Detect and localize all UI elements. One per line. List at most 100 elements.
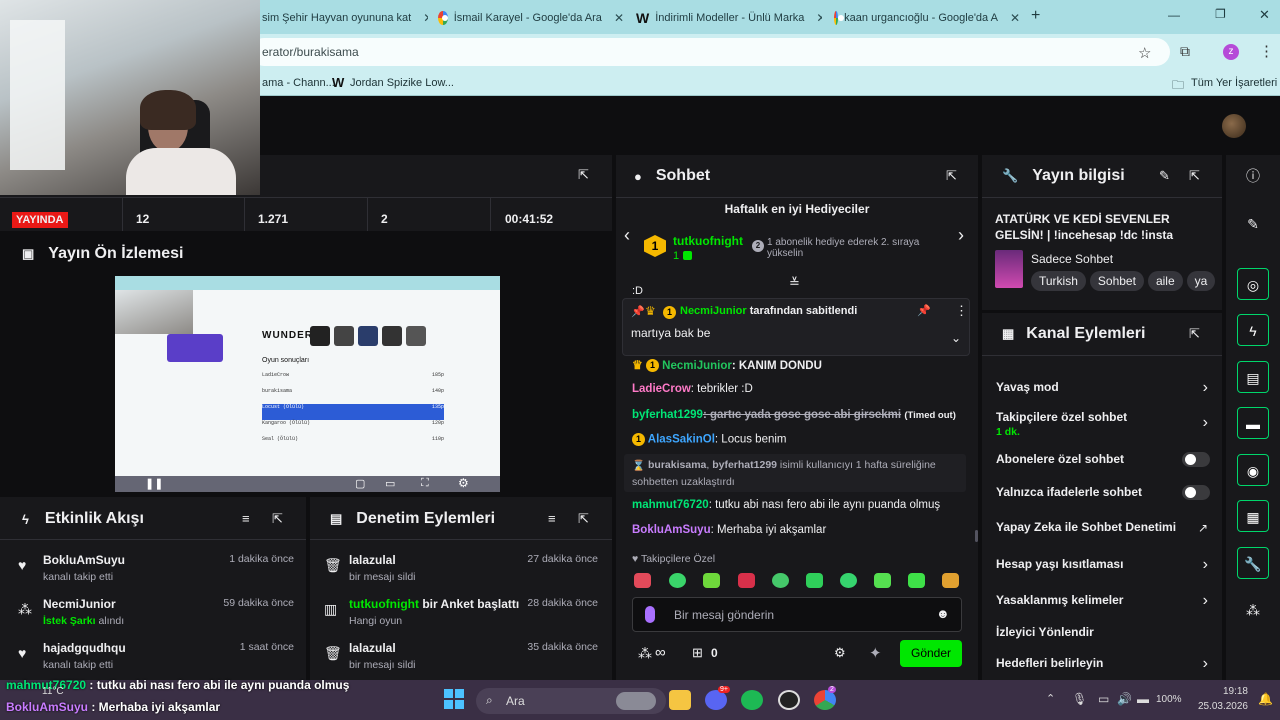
weather[interactable]: 11°C: [42, 686, 64, 697]
popout-icon[interactable]: ⇱: [578, 167, 589, 183]
collapse-icon[interactable]: ≚: [789, 275, 800, 291]
emote-icon[interactable]: [669, 573, 686, 588]
action-goals[interactable]: Hedefleri belirleyin ›: [996, 655, 1210, 672]
action-ai-moderation[interactable]: Yapay Zeka ile Sohbet Denetimi ↗: [996, 520, 1210, 535]
clock-time[interactable]: 19:18: [1196, 686, 1248, 697]
edit-icon[interactable]: ✎: [1237, 208, 1269, 240]
menu-icon[interactable]: ⋮: [1259, 42, 1274, 60]
filter-icon[interactable]: ≡: [548, 511, 556, 526]
send-button[interactable]: Gönder: [900, 640, 962, 667]
category-image[interactable]: [995, 250, 1023, 288]
close-icon[interactable]: ✕: [1010, 11, 1020, 25]
more-icon[interactable]: ⋮: [955, 303, 968, 319]
popout-icon[interactable]: ⇱: [1189, 168, 1200, 184]
network-icon[interactable]: ▭: [1098, 692, 1109, 706]
windows-start-icon[interactable]: [444, 689, 464, 709]
emote-icon[interactable]: [738, 573, 755, 588]
pip-icon[interactable]: ▢: [355, 477, 365, 490]
profile-avatar[interactable]: z: [1223, 44, 1239, 60]
chrome-icon[interactable]: [814, 690, 836, 710]
close-icon[interactable]: ✕: [423, 11, 428, 25]
moderation-item[interactable]: 🗑 lalazulal bir mesajı sildi 35 dakika ö…: [324, 641, 598, 681]
emote-icon[interactable]: [840, 573, 857, 588]
tag[interactable]: Turkish: [1031, 271, 1086, 291]
settings-icon[interactable]: ⚙: [458, 476, 469, 490]
wrench-icon[interactable]: 🔧: [1237, 547, 1269, 579]
chat-user[interactable]: BokluAmSuyu: [632, 524, 711, 536]
bookmark-item[interactable]: Jordan Spizike Low...: [350, 77, 454, 89]
action-subs-only[interactable]: Abonelere özel sohbet: [996, 452, 1210, 467]
obs-icon[interactable]: [778, 690, 800, 710]
category-name[interactable]: Sadece Sohbet: [1031, 252, 1113, 266]
chat-message[interactable]: LadieCrow: tebrikler :D: [632, 383, 753, 395]
gift-box-icon[interactable]: ⊞: [692, 645, 703, 661]
bookmark-item[interactable]: ama - Chann...: [262, 77, 335, 89]
activity-item[interactable]: ♥ BokluAmSuyu kanalı takip etti 1 dakika…: [18, 553, 294, 593]
emote-icon[interactable]: [806, 573, 823, 588]
clock-date[interactable]: 25.03.2026: [1186, 701, 1248, 712]
microphone-icon[interactable]: 🎙: [1072, 692, 1087, 706]
window-close-button[interactable]: ✕: [1259, 7, 1270, 23]
bookmark-star-icon[interactable]: ☆: [1138, 44, 1151, 62]
spotify-icon[interactable]: [741, 690, 763, 710]
moderator-icon[interactable]: ✦: [869, 644, 882, 662]
chat-user[interactable]: mahmut76720: [632, 499, 709, 511]
taskbar-search[interactable]: ⌕ Ara: [476, 688, 666, 714]
action-slow-mode[interactable]: Yavaş mod ›: [996, 379, 1210, 396]
volume-icon[interactable]: 🔊: [1117, 692, 1132, 706]
action-raid[interactable]: İzleyici Yönlendir: [996, 625, 1210, 639]
emote-icon[interactable]: [908, 573, 925, 588]
chevron-down-icon[interactable]: ⌄: [951, 331, 961, 345]
popout-icon[interactable]: ⇱: [578, 511, 589, 527]
action-account-age[interactable]: Hesap yaşı kısıtlaması ›: [996, 556, 1210, 573]
people-icon[interactable]: ⁂: [638, 645, 652, 662]
broadcast-icon[interactable]: ◉: [1237, 454, 1269, 486]
moderation-item[interactable]: 🗑 lalazulal bir mesajı sildi 27 dakika ö…: [324, 553, 598, 593]
emote-icon[interactable]: [874, 573, 891, 588]
emote-only-toggle[interactable]: [1182, 485, 1210, 500]
close-icon[interactable]: ✕: [614, 11, 624, 25]
battery-icon[interactable]: ▬: [1137, 692, 1149, 706]
unpin-icon[interactable]: 📌: [917, 304, 931, 317]
chat-user[interactable]: NecmiJunior: [662, 360, 732, 372]
camera-icon[interactable]: ◎: [1237, 268, 1269, 300]
edit-icon[interactable]: ✎: [1159, 168, 1170, 184]
channel-icon[interactable]: ▦: [1237, 500, 1269, 532]
chat-input[interactable]: Bir mesaj gönderin ☻: [632, 597, 962, 632]
chat-user[interactable]: AlasSakinOl: [648, 434, 715, 446]
top-gifter[interactable]: tutkuofnight: [673, 234, 743, 248]
tag[interactable]: Sohbet: [1089, 271, 1144, 291]
emoji-icon[interactable]: ☻: [936, 606, 950, 621]
new-tab-button[interactable]: +: [1031, 7, 1040, 25]
tag[interactable]: ya: [1186, 271, 1216, 291]
chat-user[interactable]: LadieCrow: [632, 383, 691, 395]
chat-message[interactable]: byferhat1299: gartıc yada gose gose abi …: [632, 409, 956, 421]
microphone-icon[interactable]: [645, 606, 655, 623]
lightning-icon[interactable]: ϟ: [1237, 314, 1269, 346]
pause-icon[interactable]: ❚❚: [145, 477, 163, 490]
popout-icon[interactable]: ⇱: [272, 511, 283, 527]
popout-icon[interactable]: ⇱: [946, 168, 957, 184]
pinned-message[interactable]: 📌 ♛ 1 NecmiJunior tarafından sabitlendi …: [622, 298, 970, 356]
chat-message[interactable]: 1 AlasSakinOl: Locus benim: [632, 433, 787, 446]
people-icon[interactable]: ⁂: [1237, 594, 1269, 626]
file-explorer-icon[interactable]: [669, 690, 691, 710]
action-followers-only[interactable]: Takipçilere özel sohbet 1 dk. ›: [996, 410, 1210, 438]
maximize-button[interactable]: ❐: [1215, 7, 1226, 21]
settings-icon[interactable]: ⚙: [834, 645, 846, 661]
close-icon[interactable]: ✕: [816, 11, 822, 25]
emote-icon[interactable]: [703, 573, 720, 588]
tag[interactable]: aile: [1147, 271, 1183, 291]
discord-icon[interactable]: [705, 690, 727, 710]
chat-message[interactable]: ♛ 1 NecmiJunior: KANIM DONDU: [632, 358, 822, 373]
chat-icon[interactable]: ▬: [1237, 407, 1269, 439]
filter-icon[interactable]: ≡: [242, 511, 250, 526]
stream-preview-video[interactable]: WUNDER Oyun sonuçları LadieCrow 185p bura…: [115, 276, 500, 492]
chat-scrollbar[interactable]: [975, 530, 978, 542]
emote-icon[interactable]: [634, 573, 651, 588]
emote-icon[interactable]: [772, 573, 789, 588]
emote-icon[interactable]: [942, 573, 959, 588]
user-avatar[interactable]: [1222, 114, 1246, 138]
browser-tab[interactable]: kaan urgancıoğlu - Google'da A ✕: [834, 6, 1020, 30]
activity-item[interactable]: ♥ hajadgqudhqu kanalı takip etti 1 saat …: [18, 641, 294, 681]
